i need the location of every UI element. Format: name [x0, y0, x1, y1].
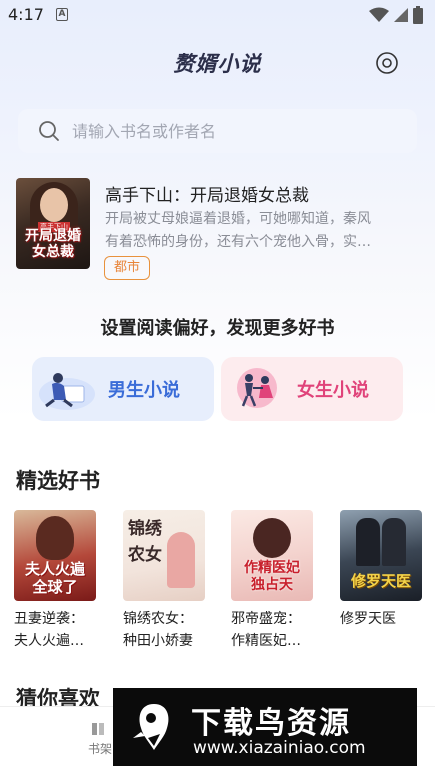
cover-title: 锦绣 农女 [127, 516, 163, 568]
cover-figure [36, 516, 74, 560]
status-time: 4:17 [8, 5, 44, 24]
book-cover[interactable]: 作精医妃 独占天 [231, 510, 313, 601]
status-bar: 4:17 A [0, 0, 435, 30]
cover-title: 夫人火遍 全球了 [14, 560, 96, 596]
book-title[interactable]: 丑妻逆袭： 夫人火遍… [14, 608, 114, 652]
bookshelf-icon [92, 723, 104, 735]
cover-title-line1: 修罗天医 [350, 572, 411, 590]
cover-title-line2: 独占天 [251, 577, 293, 593]
cover-title-line1: 夫人火遍 [24, 560, 85, 578]
dancing-couple-icon [237, 368, 277, 408]
description-line: 有着恐怖的身份，还有六个宠他入骨，实… [105, 234, 371, 250]
cover-title: 修罗天医 [340, 570, 422, 591]
book-item[interactable]: 修罗天医 修罗天医 [340, 510, 422, 630]
book-title-line2: 作精医妃… [231, 633, 301, 649]
book-title-line2: 种田小娇妻 [123, 633, 193, 649]
genre-tag[interactable]: 都市 [104, 256, 151, 280]
book-title-line1: 丑妻逆袭： [14, 611, 84, 627]
search-input[interactable] [72, 121, 372, 141]
female-novels-button[interactable]: 女生小说 [221, 357, 403, 421]
cover-title-line2: 全球了 [32, 578, 78, 596]
featured-book-cover[interactable]: 高手下山 开局退婚 女总裁 [16, 178, 90, 269]
book-title[interactable]: 锦绣农女： 种田小娇妻 [123, 608, 223, 652]
battery-icon [413, 6, 423, 24]
featured-book-title[interactable]: 高手下山：开局退婚女总裁 [105, 181, 309, 206]
settings-button[interactable] [375, 51, 399, 75]
search-icon [39, 121, 59, 141]
watermark-text: 下载鸟资源 [191, 706, 351, 741]
book-item[interactable]: 锦绣 农女 锦绣农女： 种田小娇妻 [123, 510, 205, 652]
cover-figure [382, 518, 406, 566]
book-title[interactable]: 邪帝盛宠： 作精医妃… [231, 608, 331, 652]
cover-title-line2: 女总裁 [32, 244, 74, 260]
cover-figure [253, 518, 291, 558]
book-title-line1: 邪帝盛宠： [231, 611, 301, 627]
watermark-banner: 下载鸟资源 www.xiazainiao.com [113, 688, 417, 766]
status-icons [369, 6, 423, 24]
selected-books-list: 夫人火遍 全球了 丑妻逆袭： 夫人火遍… 锦绣 农女 锦绣农女： 种田小娇妻 作… [14, 510, 424, 660]
book-item[interactable]: 作精医妃 独占天 邪帝盛宠： 作精医妃… [231, 510, 313, 652]
book-title-line2: 夫人火遍… [14, 633, 84, 649]
cover-figure [356, 518, 380, 566]
male-novels-label: 男生小说 [108, 380, 180, 401]
book-title-line1: 修罗天医 [340, 611, 396, 627]
signal-icon [394, 8, 408, 22]
reading-person-icon [39, 373, 95, 410]
wifi-icon [369, 7, 389, 22]
app-title: 赘婿小说 [173, 52, 262, 76]
settings-ring-icon [376, 52, 398, 74]
female-novels-label: 女生小说 [297, 380, 369, 401]
book-title[interactable]: 修罗天医 [340, 608, 435, 630]
book-title-line1: 锦绣农女： [123, 611, 193, 627]
cover-title: 作精医妃 独占天 [231, 560, 313, 594]
cover-title: 开局退婚 女总裁 [18, 228, 88, 260]
notification-icon: A [56, 8, 68, 21]
featured-book[interactable]: 高手下山 开局退婚 女总裁 高手下山：开局退婚女总裁 开局被丈母娘逼着退婚，可她… [16, 178, 420, 282]
male-novels-button[interactable]: 男生小说 [32, 357, 214, 421]
cover-title-line1: 锦绣 [128, 519, 162, 539]
preference-title: 设置阅读偏好，发现更多好书 [100, 318, 335, 339]
selected-books-title: 精选好书 [16, 469, 100, 493]
watermark-url: www.xiazainiao.com [193, 738, 366, 758]
book-cover[interactable]: 锦绣 农女 [123, 510, 205, 601]
cover-figure [167, 532, 195, 588]
cover-figure-face [40, 188, 68, 222]
featured-book-description: 开局被丈母娘逼着退婚，可她哪知道，秦风 有着恐怖的身份，还有六个宠他入骨，实… [105, 208, 415, 254]
bird-logo-icon [133, 704, 169, 750]
cover-title-line2: 农女 [128, 545, 162, 565]
book-cover[interactable]: 修罗天医 [340, 510, 422, 601]
book-item[interactable]: 夫人火遍 全球了 丑妻逆袭： 夫人火遍… [14, 510, 96, 652]
cover-title-line1: 开局退婚 [25, 228, 81, 244]
search-bar[interactable] [18, 109, 417, 153]
cover-title-line1: 作精医妃 [244, 560, 300, 576]
description-line: 开局被丈母娘逼着退婚，可她哪知道，秦风 [105, 211, 371, 227]
book-cover[interactable]: 夫人火遍 全球了 [14, 510, 96, 601]
